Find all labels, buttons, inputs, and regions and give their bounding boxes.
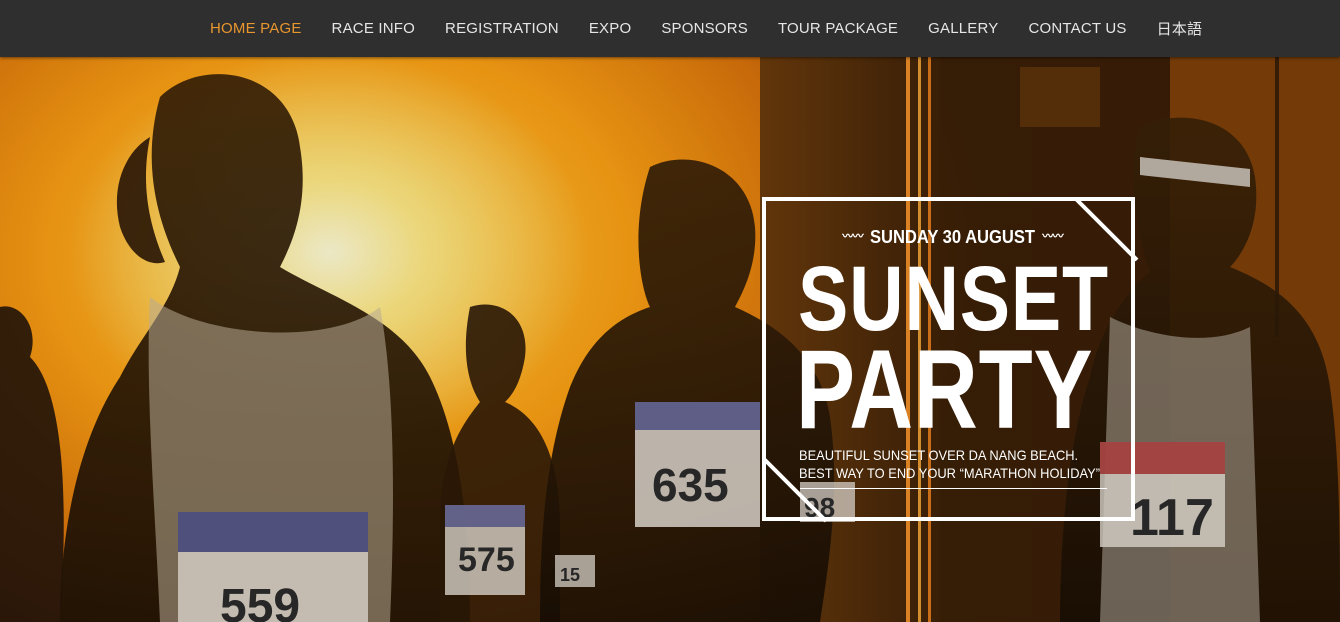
hero-vignette [0,57,1340,622]
nav-item-japanese-language[interactable]: 日本語 [1157,18,1203,39]
promo-description-line2: BEST WAY TO END YOUR “MARATHON HOLIDAY” [799,465,1101,481]
nav-item-gallery[interactable]: GALLERY [928,20,998,37]
promo-divider [800,488,1107,489]
sunset-party-promo: 〰〰 SUNDAY 30 AUGUST 〰〰 SUNSET PARTY BEAUTI… [762,197,1135,521]
promo-date: 〰〰 SUNDAY 30 AUGUST 〰〰 [781,227,1124,248]
promo-description-line1: BEAUTIFUL SUNSET OVER DA NANG BEACH. [799,447,1079,463]
nav-item-race-info[interactable]: RACE INFO [332,20,415,37]
nav-item-tour-package[interactable]: TOUR PACKAGE [778,20,898,37]
nav-item-expo[interactable]: EXPO [589,20,631,37]
hero-runners-photo: 635 575 117 98 15 559 [0,57,1340,622]
wave-ornament-icon: 〰〰 [1042,229,1063,243]
nav-menu: HOME PAGE RACE INFO REGISTRATION EXPO SP… [210,0,1202,57]
hero-banner: 635 575 117 98 15 559 〰〰 SUNDAY 30 AUGUST… [0,57,1340,622]
nav-item-sponsors[interactable]: SPONSORS [661,20,748,37]
top-navbar: HOME PAGE RACE INFO REGISTRATION EXPO SP… [0,0,1340,57]
wave-ornament-icon: 〰〰 [842,229,863,243]
nav-item-contact-us[interactable]: CONTACT US [1028,20,1126,37]
nav-item-home-page[interactable]: HOME PAGE [210,20,302,37]
promo-title-line2: PARTY [796,327,1094,452]
promo-date-text: SUNDAY 30 AUGUST [869,227,1036,247]
nav-item-registration[interactable]: REGISTRATION [445,20,559,37]
